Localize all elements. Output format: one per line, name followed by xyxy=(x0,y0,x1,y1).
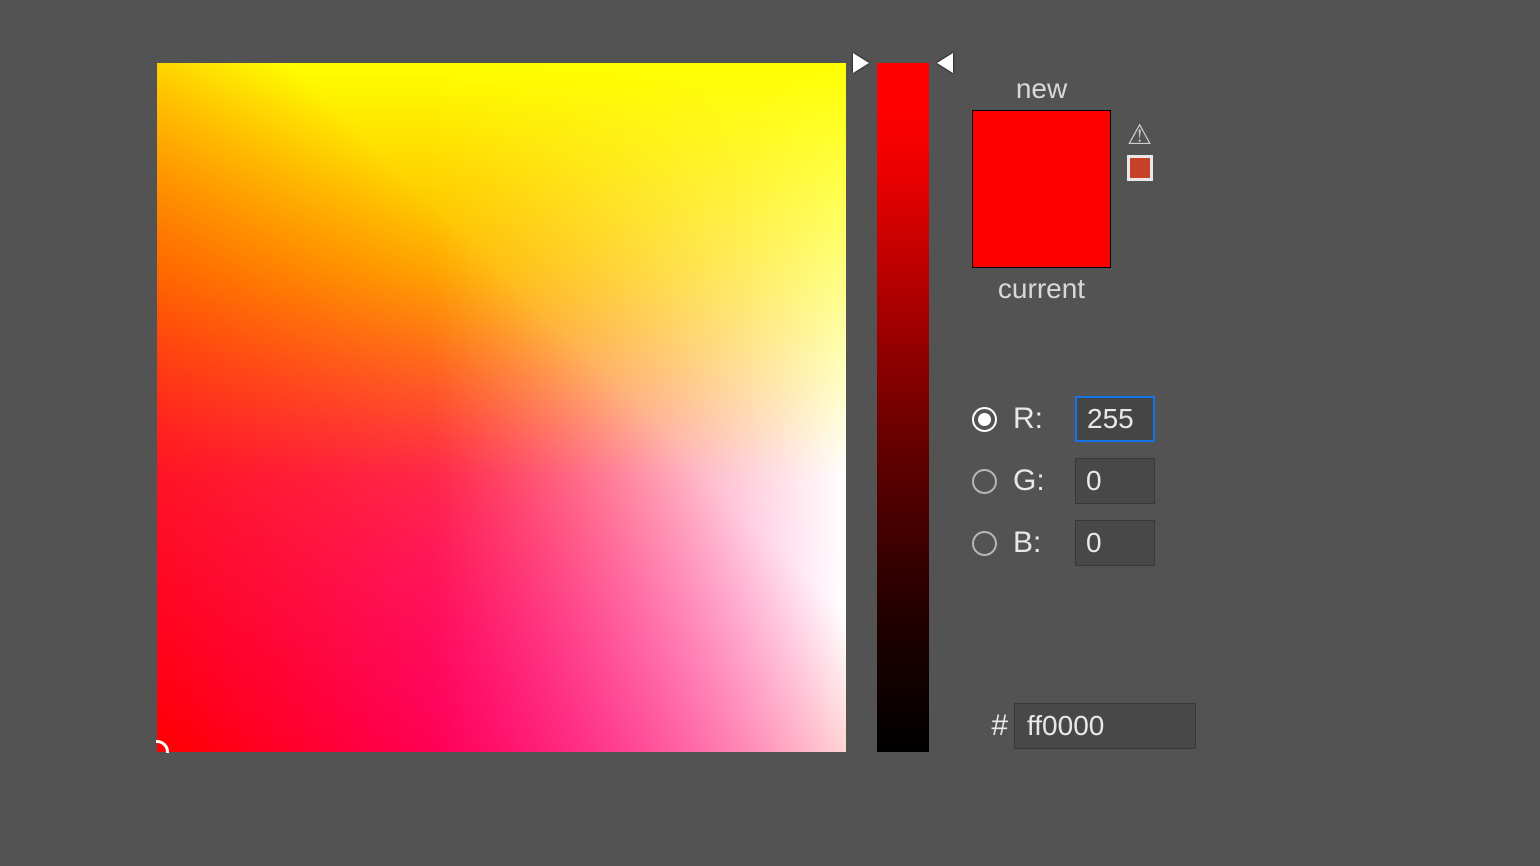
preview-swatch-box xyxy=(972,110,1111,268)
label-g: G: xyxy=(1013,464,1075,498)
gamut-suggestion-swatch[interactable] xyxy=(1127,155,1153,181)
color-picker-panel: new current ⚠ R: G: B: # xyxy=(157,63,1377,763)
input-b[interactable] xyxy=(1075,520,1155,566)
hex-row: # xyxy=(972,703,1196,749)
slider-handle-left-icon[interactable] xyxy=(853,53,869,73)
rgb-inputs: R: G: B: xyxy=(972,388,1155,574)
channel-row-g: G: xyxy=(972,450,1155,512)
radio-g[interactable] xyxy=(972,469,997,494)
sv-cursor-icon xyxy=(145,740,169,764)
hex-label: # xyxy=(972,709,1008,743)
slider-handle-right-icon[interactable] xyxy=(937,53,953,73)
saturation-value-field[interactable] xyxy=(157,63,846,752)
channel-row-b: B: xyxy=(972,512,1155,574)
label-r: R: xyxy=(1013,402,1075,436)
gamut-warning-icon[interactable]: ⚠ xyxy=(1127,121,1152,149)
radio-r[interactable] xyxy=(972,407,997,432)
channel-slider[interactable] xyxy=(877,63,929,752)
input-g[interactable] xyxy=(1075,458,1155,504)
hex-input[interactable] xyxy=(1014,703,1196,749)
input-r[interactable] xyxy=(1075,396,1155,442)
new-color-label: new xyxy=(972,73,1111,105)
channel-row-r: R: xyxy=(972,388,1155,450)
radio-b[interactable] xyxy=(972,531,997,556)
current-color-swatch[interactable] xyxy=(973,189,1110,267)
label-b: B: xyxy=(1013,526,1075,560)
new-color-swatch[interactable] xyxy=(973,111,1110,189)
current-color-label: current xyxy=(972,273,1111,305)
